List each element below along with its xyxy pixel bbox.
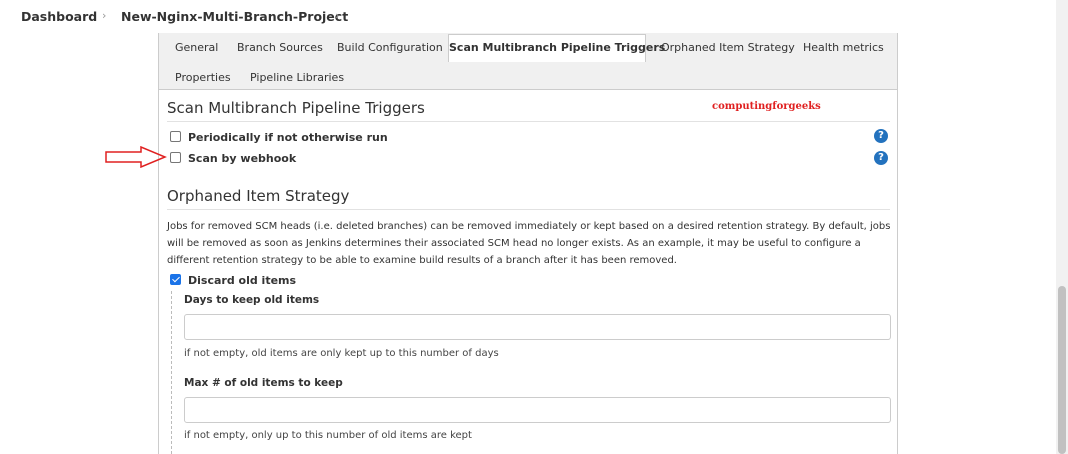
tab-properties[interactable]: Properties xyxy=(175,71,231,84)
breadcrumb: Dashboard › New-Nginx-Multi-Branch-Proje… xyxy=(0,0,1068,33)
config-panel: General Branch Sources Build Configurati… xyxy=(158,33,898,454)
discard-old-items-label[interactable]: Discard old items xyxy=(188,274,296,287)
tab-orphaned-item-strategy[interactable]: Orphaned Item Strategy xyxy=(661,41,795,54)
chevron-right-icon[interactable]: › xyxy=(102,9,106,22)
tab-scan-multibranch-pipeline-triggers[interactable]: Scan Multibranch Pipeline Triggers xyxy=(448,34,665,62)
tab-branch-sources[interactable]: Branch Sources xyxy=(237,41,323,54)
max-items-hint: if not empty, only up to this number of … xyxy=(184,430,472,441)
days-to-keep-label: Days to keep old items xyxy=(184,294,320,306)
orphaned-description: Jobs for removed SCM heads (i.e. deleted… xyxy=(167,221,891,266)
max-items-input[interactable] xyxy=(184,397,891,423)
breadcrumb-dashboard[interactable]: Dashboard xyxy=(21,9,97,24)
config-tabbar: General Branch Sources Build Configurati… xyxy=(159,33,897,90)
tab-build-configuration[interactable]: Build Configuration xyxy=(337,41,443,54)
watermark-text: computingforgeeks xyxy=(712,101,821,112)
days-to-keep-input[interactable] xyxy=(184,314,891,340)
section-divider xyxy=(167,209,890,210)
section-title-orphaned: Orphaned Item Strategy xyxy=(167,187,350,205)
periodically-label[interactable]: Periodically if not otherwise run xyxy=(188,131,388,144)
red-arrow-annotation xyxy=(105,146,167,168)
chevron-right-icon[interactable]: › xyxy=(335,9,339,22)
help-icon[interactable]: ? xyxy=(874,151,888,165)
help-icon[interactable]: ? xyxy=(874,129,888,143)
scan-by-webhook-checkbox[interactable] xyxy=(170,152,181,163)
tab-pipeline-libraries[interactable]: Pipeline Libraries xyxy=(250,71,344,84)
max-items-label: Max # of old items to keep xyxy=(184,377,343,389)
tab-general[interactable]: General xyxy=(175,41,218,54)
section-divider xyxy=(167,121,890,122)
nested-options-guide xyxy=(171,291,172,454)
scan-by-webhook-label[interactable]: Scan by webhook xyxy=(188,152,296,165)
days-to-keep-hint: if not empty, old items are only kept up… xyxy=(184,348,499,359)
scrollbar-thumb[interactable] xyxy=(1058,286,1066,454)
discard-old-items-checkbox[interactable] xyxy=(170,274,181,285)
tab-health-metrics[interactable]: Health metrics xyxy=(803,41,884,54)
periodically-checkbox[interactable] xyxy=(170,131,181,142)
breadcrumb-project[interactable]: New-Nginx-Multi-Branch-Project xyxy=(121,9,348,24)
section-title-scan-triggers: Scan Multibranch Pipeline Triggers xyxy=(167,99,425,117)
